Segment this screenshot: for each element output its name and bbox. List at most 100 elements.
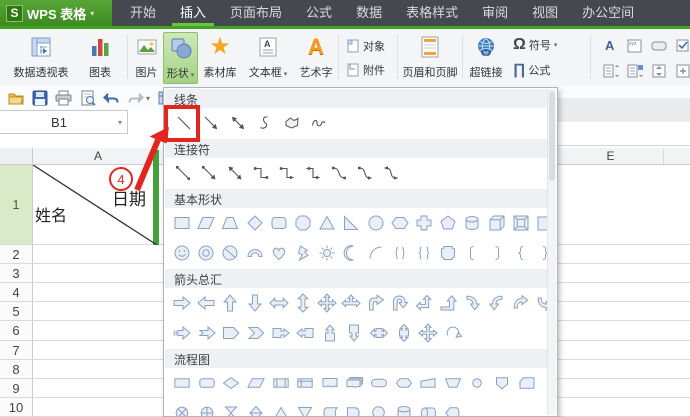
- grid-row-8[interactable]: [33, 360, 163, 379]
- tab-home[interactable]: 开始: [118, 0, 168, 26]
- grid-row-3[interactable]: [558, 264, 690, 283]
- shape-left-arrow-icon[interactable]: [194, 290, 218, 316]
- shape-right-arrow-callout-icon[interactable]: [268, 320, 293, 346]
- shape-left-up-arrow-icon[interactable]: [412, 290, 436, 316]
- shape-elbow-arrow-connector-icon[interactable]: [274, 160, 300, 186]
- undo-icon[interactable]: [102, 89, 120, 107]
- shape-sequential-access-storage-icon[interactable]: [367, 400, 392, 416]
- formula-button[interactable]: ∏ 公式: [513, 61, 550, 78]
- name-box[interactable]: B1 ▾: [0, 110, 128, 134]
- row-header-8[interactable]: 8: [0, 360, 33, 379]
- shape-left-bracket-icon[interactable]: [460, 240, 484, 266]
- shape-diamond-icon[interactable]: [243, 210, 267, 236]
- picture-button[interactable]: 图片: [131, 32, 162, 82]
- shape-up-arrow-icon[interactable]: [218, 290, 242, 316]
- shape-double-arrow-icon[interactable]: [224, 110, 251, 136]
- shape-heart-icon[interactable]: [267, 240, 291, 266]
- shape-internal-storage-icon[interactable]: [293, 370, 318, 396]
- grid-row-10[interactable]: [558, 398, 690, 417]
- shape-preparation-icon[interactable]: [391, 370, 416, 396]
- shape-curve-icon[interactable]: [251, 110, 278, 136]
- shape-rounded-rectangle-icon[interactable]: [267, 210, 291, 236]
- xyz-page-icon[interactable]: xyz: [625, 35, 645, 57]
- shape-quad-arrow-callout-icon[interactable]: [416, 320, 441, 346]
- shape-curved-connector-icon[interactable]: [326, 160, 352, 186]
- shape-connector-icon[interactable]: [465, 370, 490, 396]
- shape-left-right-arrow-icon[interactable]: [267, 290, 291, 316]
- shape-right-triangle-icon[interactable]: [339, 210, 363, 236]
- row-header-10[interactable]: 10: [0, 398, 33, 417]
- shape-lightning-bolt-icon[interactable]: [291, 240, 315, 266]
- tab-page-layout[interactable]: 页面布局: [218, 0, 294, 26]
- shape-chevron-icon[interactable]: [244, 320, 269, 346]
- grid-row-1[interactable]: [558, 165, 690, 245]
- shape-extract-icon[interactable]: [268, 400, 293, 416]
- shape-moon-icon[interactable]: [339, 240, 363, 266]
- object-button[interactable]: 对象: [346, 38, 385, 54]
- grid-row-4[interactable]: [558, 283, 690, 302]
- shape-double-bracket-icon[interactable]: [388, 240, 412, 266]
- shape-u-turn-arrow-icon[interactable]: [388, 290, 412, 316]
- tab-formulas[interactable]: 公式: [294, 0, 344, 26]
- row-header-5[interactable]: 5: [0, 302, 33, 321]
- shape-magnetic-disk-icon[interactable]: [391, 400, 416, 416]
- shape-manual-operation-icon[interactable]: [441, 370, 466, 396]
- shape-regular-pentagon-icon[interactable]: [436, 210, 460, 236]
- hyperlink-button[interactable]: 超链接: [466, 32, 506, 82]
- row-header-2[interactable]: 2: [0, 245, 33, 264]
- shape-parallelogram-icon[interactable]: [194, 210, 218, 236]
- shape-up-down-arrow-callout-icon[interactable]: [391, 320, 416, 346]
- grid-row-6[interactable]: [33, 321, 163, 341]
- shape-curved-up-arrow-icon[interactable]: [509, 290, 533, 316]
- shape-down-arrow-callout-icon[interactable]: [342, 320, 367, 346]
- wordart-button[interactable]: A 艺术字: [295, 32, 337, 82]
- grid-row-3[interactable]: [33, 264, 163, 283]
- shape-rectangle-icon[interactable]: [170, 210, 194, 236]
- shape-quad-arrow-icon[interactable]: [315, 290, 339, 316]
- shape-curved-double-arrow-connector-icon[interactable]: [378, 160, 404, 186]
- shape-cube-icon[interactable]: [484, 210, 508, 236]
- shape-scribble-icon[interactable]: [305, 110, 332, 136]
- assets-library-button[interactable]: ★ 素材库: [199, 32, 241, 82]
- shape-document-icon[interactable]: [318, 370, 343, 396]
- grid-row-7[interactable]: [33, 341, 163, 360]
- tab-table-style[interactable]: 表格样式: [394, 0, 470, 26]
- shape-left-right-arrow-callout-icon[interactable]: [367, 320, 392, 346]
- shape-trapezoid-icon[interactable]: [218, 210, 242, 236]
- pivot-table-button[interactable]: 数据透视表: [8, 32, 74, 82]
- shape-up-arrow-callout-icon[interactable]: [318, 320, 343, 346]
- shape-cross-icon[interactable]: [412, 210, 436, 236]
- shape-display-icon[interactable]: [441, 400, 466, 416]
- shape-bevel-icon[interactable]: [509, 210, 533, 236]
- row-header-3[interactable]: 3: [0, 264, 33, 283]
- shape-card-icon[interactable]: [514, 370, 539, 396]
- shape-donut-icon[interactable]: [194, 240, 218, 266]
- shape-sort-icon[interactable]: [244, 400, 269, 416]
- textbox-button[interactable]: A 文本框 ▾: [243, 32, 293, 82]
- grid-row-9[interactable]: [33, 379, 163, 398]
- open-folder-icon[interactable]: [7, 89, 25, 107]
- shape-direct-access-storage-icon[interactable]: [416, 400, 441, 416]
- grid-row-6[interactable]: [558, 321, 690, 341]
- shape-data-icon[interactable]: [244, 370, 269, 396]
- shape-alternate-process-icon[interactable]: [195, 370, 220, 396]
- shape-stored-data-icon[interactable]: [318, 400, 343, 416]
- row-header-4[interactable]: 4: [0, 283, 33, 302]
- tab-review[interactable]: 审阅: [470, 0, 520, 26]
- grid-row-7[interactable]: [558, 341, 690, 360]
- shape-freeform-icon[interactable]: [278, 110, 305, 136]
- column-header-e[interactable]: E: [558, 148, 663, 165]
- shape-left-right-up-arrow-icon[interactable]: [339, 290, 363, 316]
- button-control-icon[interactable]: [649, 35, 669, 57]
- shape-decision-icon[interactable]: [219, 370, 244, 396]
- shape-striped-right-arrow-icon[interactable]: [170, 320, 195, 346]
- attachment-button[interactable]: 附件: [346, 62, 385, 78]
- shape-manual-input-icon[interactable]: [416, 370, 441, 396]
- shape-arc-icon[interactable]: [364, 240, 388, 266]
- chart-button[interactable]: 图表: [79, 32, 121, 82]
- grid-row-9[interactable]: [558, 379, 690, 398]
- shape-terminator-icon[interactable]: [367, 370, 392, 396]
- shape-or-icon[interactable]: [195, 400, 220, 416]
- header-footer-button[interactable]: 页眉和页脚: [401, 32, 459, 82]
- shape-arrow-icon[interactable]: [197, 110, 224, 136]
